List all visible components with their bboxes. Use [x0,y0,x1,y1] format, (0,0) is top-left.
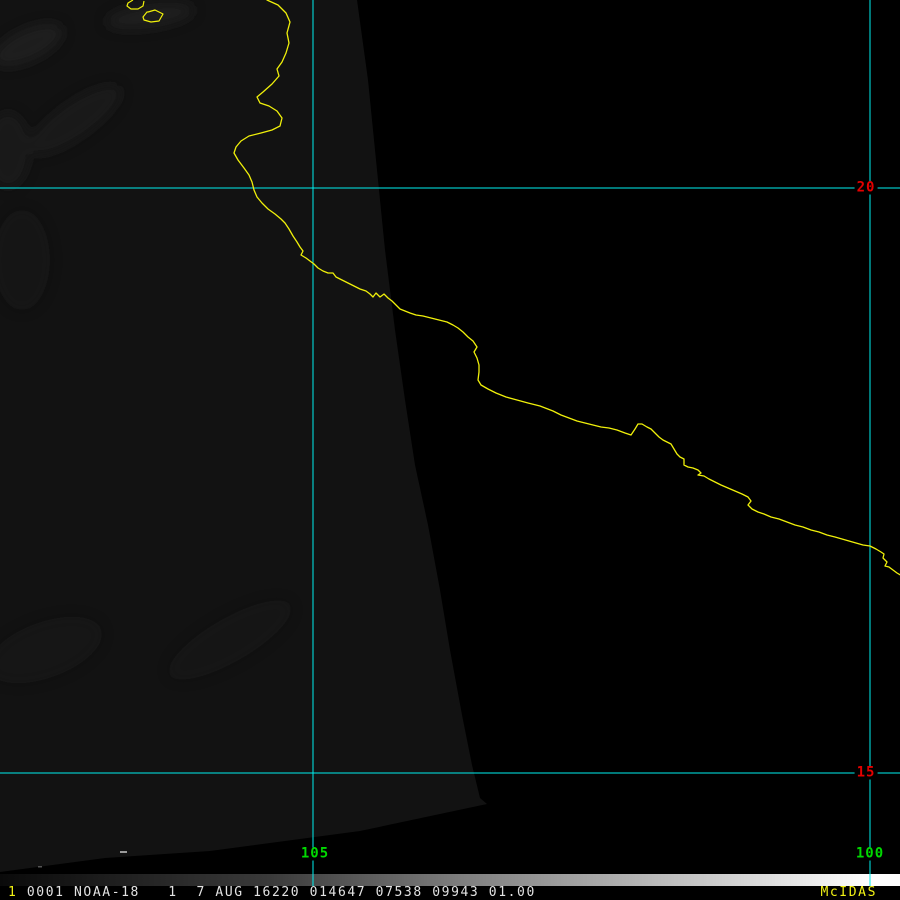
latitude-label-20: 20 [854,179,878,196]
longitude-label-100: 100 [853,845,887,862]
latitude-label-15: 15 [854,764,878,781]
satellite-image-canvas[interactable] [0,0,900,900]
image-artifact [120,851,127,853]
image-info-text: 0001 NOAA-18 1 7 AUG 16220 014647 07538 … [17,885,536,900]
mcidas-brand-label: McIDAS [820,885,877,900]
mcidas-window: 20 15 105 100 1 0001 NOAA-18 1 7 AUG 162… [0,0,900,900]
image-artifact [38,866,42,868]
longitude-label-105: 105 [298,845,332,862]
image-annotation: 1 0001 NOAA-18 1 7 AUG 16220 014647 0753… [8,886,536,900]
status-bar: 1 0001 NOAA-18 1 7 AUG 16220 014647 0753… [0,886,900,900]
